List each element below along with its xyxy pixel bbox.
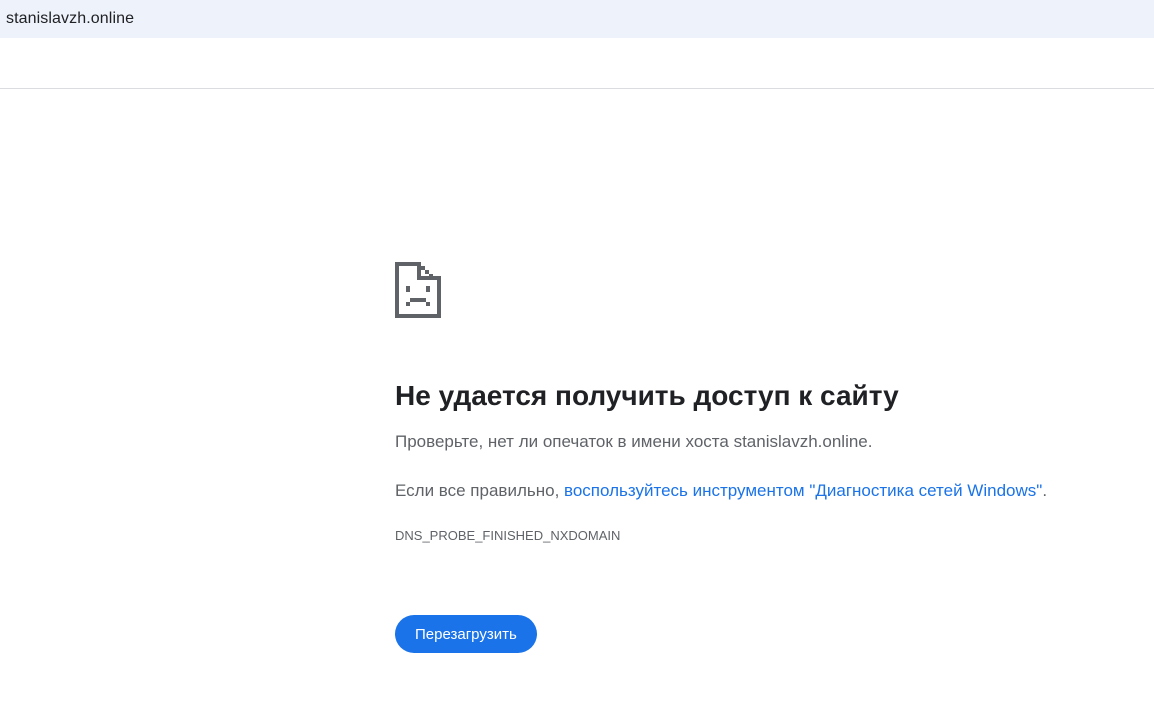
address-bar-url[interactable]: stanislavzh.online [6,10,134,28]
error-title: Не удается получить доступ к сайту [395,380,899,411]
error-code: DNS_PROBE_FINISHED_NXDOMAIN [395,528,621,543]
check-hostname-text: Проверьте, нет ли опечаток в имени хоста… [395,432,873,451]
windows-diagnostics-link[interactable]: воспользуйтесь инструментом "Диагностика… [564,481,1042,500]
address-bar[interactable]: stanislavzh.online [0,0,1154,38]
hint-suffix: . [1042,481,1048,500]
sad-page-icon [395,262,441,318]
reload-button[interactable]: Перезагрузить [395,615,537,653]
toolbar-area [0,38,1154,89]
diagnostics-hint: Если все правильно, воспользуйтесь инстр… [395,479,1135,503]
hint-prefix: Если все правильно, [395,481,565,500]
error-content: Не удается получить доступ к сайту Прове… [395,262,1135,653]
